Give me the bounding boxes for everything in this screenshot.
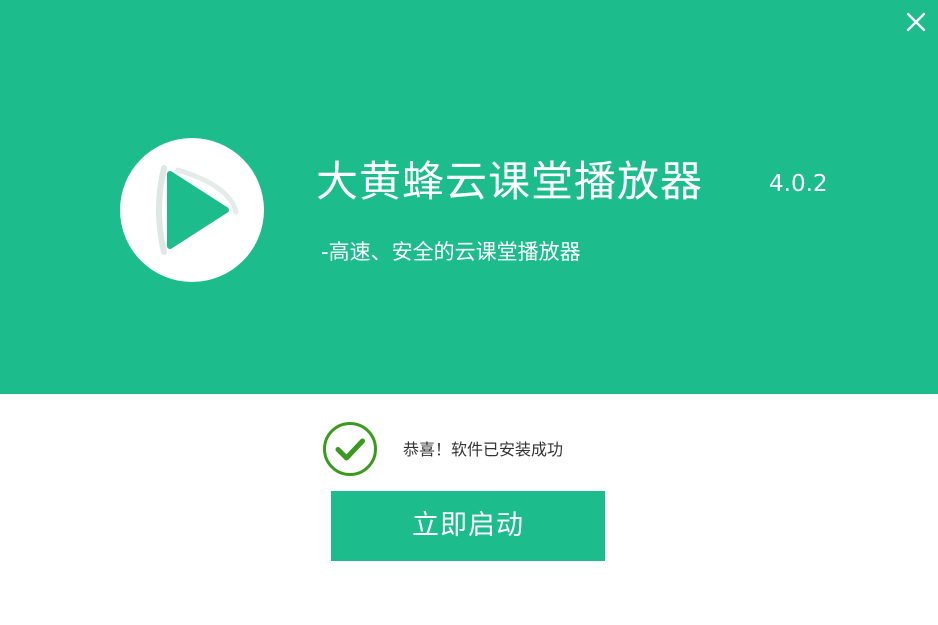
installer-window: 大黄蜂云课堂播放器 4.0.2 -高速、安全的云课堂播放器 恭喜！软件已安装成功… [0,0,938,625]
app-version: 4.0.2 [769,171,828,197]
app-subtitle: -高速、安全的云课堂播放器 [321,240,581,264]
play-logo-icon [120,138,264,282]
install-success-message: 恭喜！软件已安装成功 [403,440,564,459]
app-title: 大黄蜂云课堂播放器 [316,157,704,206]
header-banner: 大黄蜂云课堂播放器 4.0.2 -高速、安全的云课堂播放器 [0,0,938,394]
check-circle-icon [323,422,377,476]
close-icon[interactable] [905,11,927,33]
close-button[interactable] [900,6,932,38]
launch-now-button[interactable]: 立即启动 [331,491,605,561]
